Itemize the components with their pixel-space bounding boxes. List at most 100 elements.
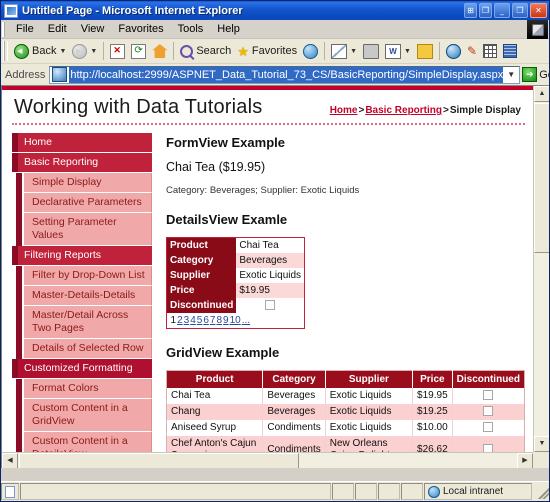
go-button[interactable]: ➔ Go bbox=[522, 67, 550, 82]
forward-chevron-down-icon[interactable]: ▼ bbox=[90, 48, 97, 55]
pager-link-3[interactable]: 3 bbox=[183, 315, 190, 326]
menu-grip[interactable] bbox=[2, 22, 7, 37]
vertical-scroll-thumb[interactable] bbox=[534, 103, 549, 253]
gridview-col-category[interactable]: Category bbox=[263, 371, 325, 389]
window-resize-grip[interactable] bbox=[535, 485, 549, 499]
discuss-button[interactable] bbox=[414, 43, 436, 60]
favorites-button[interactable]: ★ Favorites bbox=[234, 44, 300, 59]
discontinued-checkbox[interactable] bbox=[265, 300, 275, 310]
gridview-col-discontinued[interactable]: Discontinued bbox=[452, 371, 524, 389]
title-bar: Untitled Page - Microsoft Internet Explo… bbox=[1, 1, 549, 20]
search-button[interactable]: Search bbox=[177, 44, 234, 59]
pager-link-8[interactable]: 8 bbox=[216, 315, 223, 326]
scroll-down-button[interactable]: ▼ bbox=[534, 436, 549, 452]
pager-link-7[interactable]: 7 bbox=[209, 315, 216, 326]
minimize-button[interactable]: _ bbox=[494, 3, 510, 18]
cell-category: Beverages bbox=[263, 404, 325, 420]
mail-chevron-down-icon[interactable]: ▼ bbox=[350, 48, 357, 55]
toolbar-grip[interactable] bbox=[3, 41, 8, 61]
refresh-button[interactable] bbox=[128, 43, 149, 60]
edit-chevron-down-icon[interactable]: ▼ bbox=[404, 48, 411, 55]
row-discontinued-checkbox[interactable] bbox=[483, 444, 493, 452]
sidebar-item-customized-formatting[interactable]: Customized Formatting bbox=[16, 359, 152, 379]
highlight-button[interactable]: ✎ bbox=[464, 43, 480, 59]
gridview-col-product[interactable]: Product bbox=[167, 371, 263, 389]
vertical-scrollbar[interactable]: ▲ ▼ bbox=[533, 86, 549, 452]
horizontal-scroll-thumb[interactable] bbox=[19, 453, 299, 468]
scroll-up-button[interactable]: ▲ bbox=[534, 86, 549, 102]
detailsview-label-price: Price bbox=[167, 283, 237, 298]
detailsview-value-supplier: Exotic Liquids bbox=[236, 268, 304, 283]
toolbar-separator-2 bbox=[173, 42, 174, 60]
sidebar-item-filter-by-drop-down-list[interactable]: Filter by Drop-Down List bbox=[24, 266, 152, 286]
detailsview-label-product: Product bbox=[167, 238, 237, 254]
menu-favorites[interactable]: Favorites bbox=[111, 21, 170, 37]
menu-tools[interactable]: Tools bbox=[171, 21, 211, 37]
sidebar-item-simple-display[interactable]: Simple Display bbox=[24, 173, 152, 193]
gridview-col-price[interactable]: Price bbox=[413, 371, 453, 389]
sidebar-item-details-of-selected-row[interactable]: Details of Selected Row bbox=[24, 339, 152, 359]
sidebar-item-custom-content-in-a-gridview[interactable]: Custom Content in a GridView bbox=[24, 399, 152, 432]
cell-category: Condiments bbox=[263, 420, 325, 436]
edit-button[interactable]: W ▼ bbox=[382, 43, 414, 60]
address-input[interactable]: http://localhost:2999/ASPNET_Data_Tutori… bbox=[49, 66, 520, 84]
cell-price: $19.95 bbox=[413, 388, 453, 404]
detailsview-pager-row: 12345678910... bbox=[167, 313, 305, 329]
scroll-left-button[interactable]: ◀ bbox=[2, 453, 18, 468]
breadcrumb-link-home[interactable]: Home bbox=[330, 105, 358, 116]
sidebar-item-home[interactable]: Home bbox=[16, 133, 152, 153]
gridview-heading: GridView Example bbox=[166, 345, 525, 360]
back-button[interactable]: Back ▼ bbox=[11, 43, 69, 60]
row-discontinued-checkbox[interactable] bbox=[483, 422, 493, 432]
restore-button[interactable]: ❐ bbox=[479, 3, 492, 18]
forward-button[interactable]: ▼ bbox=[69, 43, 100, 60]
messenger-button[interactable] bbox=[443, 43, 464, 60]
mail-icon bbox=[331, 44, 347, 59]
gridview-col-supplier[interactable]: Supplier bbox=[325, 371, 412, 389]
home-button[interactable] bbox=[149, 43, 170, 59]
sidebar-item-setting-parameter-values[interactable]: Setting Parameter Values bbox=[24, 213, 152, 246]
row-discontinued-checkbox[interactable] bbox=[483, 406, 493, 416]
back-chevron-down-icon[interactable]: ▼ bbox=[59, 48, 66, 55]
menu-view[interactable]: View bbox=[74, 21, 112, 37]
status-security-zone[interactable]: Local intranet bbox=[424, 483, 532, 500]
horizontal-scrollbar[interactable]: ◀ ▶ bbox=[2, 452, 533, 468]
menu-edit[interactable]: Edit bbox=[41, 21, 74, 37]
sidebar-item-format-colors[interactable]: Format Colors bbox=[24, 379, 152, 399]
sidebar-item-master-detail-across-two-pages[interactable]: Master/Detail Across Two Pages bbox=[24, 306, 152, 339]
print-button[interactable] bbox=[360, 43, 382, 60]
sidebar-item-basic-reporting[interactable]: Basic Reporting bbox=[16, 153, 152, 173]
sidebar-item-master-details-details[interactable]: Master-Details-Details bbox=[24, 286, 152, 306]
mail-button[interactable]: ▼ bbox=[328, 43, 360, 60]
history-button[interactable] bbox=[300, 43, 321, 60]
scroll-right-button[interactable]: ▶ bbox=[517, 453, 533, 468]
back-label: Back bbox=[32, 45, 56, 57]
pager-link-10[interactable]: 10 bbox=[229, 315, 241, 326]
close-button[interactable]: ✕ bbox=[530, 3, 547, 18]
navigation-toolbar: Back ▼ ▼ Search ★ Favorites ▼ W ▼ bbox=[1, 39, 549, 64]
address-url-text[interactable]: http://localhost:2999/ASPNET_Data_Tutori… bbox=[69, 67, 503, 83]
menu-help[interactable]: Help bbox=[210, 21, 247, 37]
cell-supplier: Exotic Liquids bbox=[325, 404, 412, 420]
stop-icon bbox=[110, 44, 125, 59]
restore-group-button[interactable]: ⊞ bbox=[464, 3, 477, 18]
sidebar-item-filtering-reports[interactable]: Filtering Reports bbox=[16, 246, 152, 266]
breadcrumb-link-basic-reporting[interactable]: Basic Reporting bbox=[365, 105, 442, 116]
table-row: Chang Beverages Exotic Liquids $19.25 bbox=[167, 404, 525, 420]
detailsview-label-category: Category bbox=[167, 253, 237, 268]
menu-file[interactable]: File bbox=[9, 21, 41, 37]
address-chevron-down-icon[interactable]: ▼ bbox=[503, 70, 519, 79]
sidebar-item-declarative-parameters[interactable]: Declarative Parameters bbox=[24, 193, 152, 213]
pager-current: 1 bbox=[170, 315, 177, 326]
toolbox-button[interactable] bbox=[500, 43, 520, 59]
cell-discontinued bbox=[452, 388, 524, 404]
stop-button[interactable] bbox=[107, 43, 128, 60]
research-button[interactable] bbox=[480, 43, 500, 59]
search-icon bbox=[180, 45, 193, 58]
pager-link-more[interactable]: ... bbox=[241, 315, 250, 326]
pager-link-5[interactable]: 5 bbox=[196, 315, 203, 326]
sidebar-item-custom-content-in-a-detailsview[interactable]: Custom Content in a DetailsView bbox=[24, 432, 152, 452]
row-discontinued-checkbox[interactable] bbox=[483, 390, 493, 400]
maximize-button[interactable]: ❒ bbox=[512, 3, 528, 18]
gridview-table: Product Category Supplier Price Disconti… bbox=[166, 370, 525, 452]
